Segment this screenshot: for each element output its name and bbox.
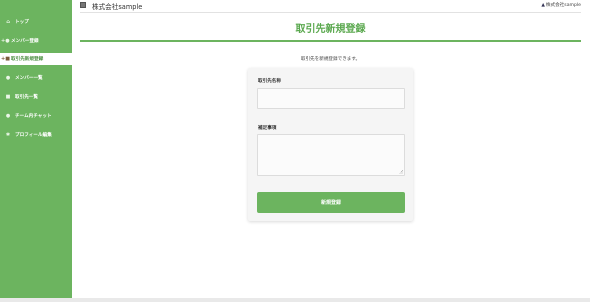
- client-register-form: 取引先名称 補足事項 新規登録: [248, 68, 413, 221]
- window-bottom-edge: [0, 298, 590, 302]
- page-description: 取引先を新規登録できます。: [300, 57, 361, 62]
- building-icon: ■: [5, 94, 11, 100]
- user-name: 株式会社sample: [545, 3, 581, 8]
- register-button[interactable]: 新規登録: [257, 192, 405, 213]
- client-name-label: 取引先名称: [258, 79, 281, 84]
- sidebar-item-label: チーム内チャット: [15, 114, 52, 119]
- sidebar-item-profile-edit[interactable]: ✱ プロフィール編集: [0, 129, 72, 141]
- gear-icon: ✱: [5, 132, 11, 138]
- users-icon: ●: [5, 75, 11, 81]
- page-title: 取引先新規登録: [295, 24, 366, 35]
- resize-handle-icon[interactable]: [399, 170, 403, 174]
- app-root: ⌂ トップ +● メンバー登録 +■ 取引先新規登録 ● メンバー一覧 ■ 取引…: [0, 0, 590, 302]
- user-menu[interactable]: ▲株式会社sample: [541, 2, 581, 8]
- sidebar-item-member-list[interactable]: ● メンバー一覧: [0, 72, 72, 84]
- user-plus-icon: +●: [1, 38, 10, 44]
- truck-icon: +■: [1, 56, 10, 62]
- sidebar-item-label: メンバー一覧: [15, 76, 43, 81]
- sidebar-item-label: トップ: [15, 20, 29, 25]
- client-name-input[interactable]: [257, 88, 405, 109]
- sidebar-item-member-register[interactable]: +● メンバー登録: [0, 35, 72, 47]
- user-icon: ▲: [541, 3, 545, 8]
- notes-label: 補足事項: [258, 126, 277, 131]
- sidebar-item-top[interactable]: ⌂ トップ: [0, 16, 72, 28]
- header-divider: [80, 12, 581, 13]
- company-logo-icon: [80, 2, 86, 8]
- title-underline: [80, 40, 581, 42]
- sidebar-item-team-chat[interactable]: ● チーム内チャット: [0, 110, 72, 122]
- sidebar-item-label: メンバー登録: [11, 39, 39, 44]
- chat-icon: ●: [5, 113, 11, 119]
- sidebar-item-label: プロフィール編集: [15, 133, 52, 138]
- home-icon: ⌂: [6, 19, 10, 25]
- sidebar: ⌂ トップ +● メンバー登録 +■ 取引先新規登録 ● メンバー一覧 ■ 取引…: [0, 0, 72, 298]
- sidebar-item-client-list[interactable]: ■ 取引先一覧: [0, 91, 72, 103]
- sidebar-item-label: 取引先新規登録: [11, 57, 44, 62]
- company-name: 株式会社sample: [92, 3, 143, 11]
- notes-textarea[interactable]: [257, 134, 405, 176]
- sidebar-item-client-register[interactable]: +■ 取引先新規登録: [0, 53, 72, 65]
- sidebar-item-label: 取引先一覧: [15, 95, 38, 100]
